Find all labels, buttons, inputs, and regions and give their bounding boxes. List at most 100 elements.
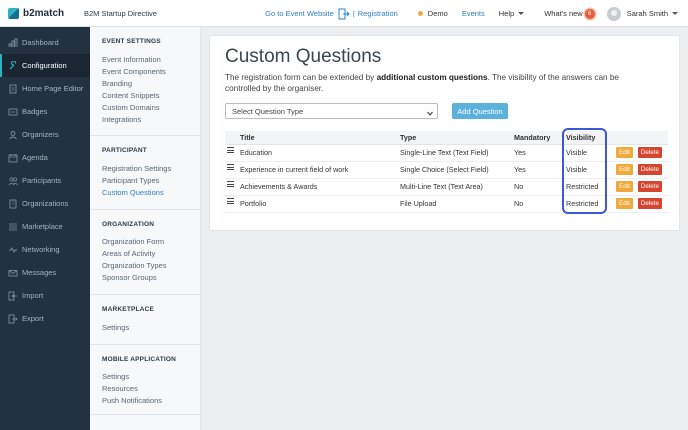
network-icon [8, 245, 18, 255]
nav-separator: | [352, 9, 355, 18]
drag-handle-icon[interactable] [227, 164, 234, 170]
submenu-heading-event-settings: EVENT SETTINGS [102, 38, 161, 45]
type-column-header[interactable]: Type [400, 131, 514, 145]
question-title: Achievements & Awards [240, 178, 400, 196]
users-icon [8, 130, 18, 140]
configuration-submenu: EVENT SETTINGS Event Information Event C… [90, 27, 201, 430]
question-type: Multi-Line Text (Text Area) [400, 178, 514, 196]
brand-name: b2match [23, 7, 65, 19]
top-nav: Go to Event Website | Registration Demo … [265, 0, 688, 27]
sidebar-item-label: Dashboard [22, 38, 59, 47]
submenu-item-branding[interactable]: Branding [102, 78, 166, 90]
user-menu[interactable]: Sarah Smith [606, 6, 678, 21]
submenu-item-integrations[interactable]: Integrations [102, 114, 166, 126]
submenu-item-event-components[interactable]: Event Components [102, 66, 166, 78]
submenu-item-marketplace-settings[interactable]: Settings [102, 322, 129, 334]
demo-indicator[interactable]: Demo [417, 9, 448, 18]
user-name: Sarah Smith [626, 9, 668, 18]
submenu-item-content-snippets[interactable]: Content Snippets [102, 90, 166, 102]
description-emphasis: additional custom questions [376, 73, 488, 82]
delete-button[interactable]: Delete [637, 164, 663, 175]
submenu-item-push-notifications[interactable]: Push Notifications [102, 395, 162, 407]
add-question-button[interactable]: Add Question [452, 103, 508, 119]
delete-button[interactable]: Delete [637, 147, 663, 158]
chevron-down-icon [672, 12, 678, 15]
events-link[interactable]: Events [462, 9, 485, 18]
help-label: Help [498, 9, 515, 18]
actions-column-header [616, 131, 668, 145]
drag-handle-icon[interactable] [227, 181, 234, 187]
divider [90, 209, 201, 210]
dashboard-icon [8, 38, 18, 48]
sidebar-item-label: Import [22, 291, 44, 300]
delete-button[interactable]: Delete [637, 181, 663, 192]
submenu-item-registration-settings[interactable]: Registration Settings [102, 163, 171, 175]
sidebar-item-dashboard[interactable]: Dashboard [0, 31, 90, 54]
submenu-heading-marketplace: MARKETPLACE [102, 306, 155, 313]
title-column-header[interactable]: Title [240, 131, 400, 145]
sidebar-item-networking[interactable]: Networking [0, 238, 90, 261]
sidebar-item-label: Marketplace [22, 222, 63, 231]
drag-handle-icon[interactable] [227, 198, 234, 204]
question-type: Single-Line Text (Text Field) [400, 144, 514, 162]
edit-button[interactable]: Edit [616, 198, 633, 209]
submenu-item-custom-domains[interactable]: Custom Domains [102, 102, 166, 114]
question-type: File Upload [400, 195, 514, 213]
drag-handle-icon[interactable] [227, 147, 234, 153]
submenu-item-resources[interactable]: Resources [102, 383, 162, 395]
whats-new-label: What's new [544, 9, 583, 18]
sidebar-item-participants[interactable]: Participants [0, 169, 90, 192]
divider [90, 294, 201, 295]
sidebar-item-marketplace[interactable]: Marketplace [0, 215, 90, 238]
submenu-item-sponsor-groups[interactable]: Sponsor Groups [102, 272, 166, 284]
sidebar-item-messages[interactable]: Messages [0, 261, 90, 284]
page-title: Custom Questions [225, 46, 382, 67]
submenu-heading-mobile-application: MOBILE APPLICATION [102, 356, 177, 363]
go-to-event-link[interactable]: Go to Event Website [265, 9, 334, 18]
mandatory-column-header[interactable]: Mandatory [514, 131, 566, 145]
sidebar-item-badges[interactable]: Badges [0, 100, 90, 123]
divider [90, 414, 201, 415]
submenu-item-areas-of-activity[interactable]: Areas of Activity [102, 248, 166, 260]
sidebar-item-label: Export [22, 314, 44, 323]
sidebar-item-export[interactable]: Export [0, 307, 90, 330]
notification-badge: 6 [584, 8, 595, 19]
edit-button[interactable]: Edit [616, 181, 633, 192]
question-type-select[interactable]: Select Question Type [225, 103, 438, 119]
delete-button[interactable]: Delete [637, 198, 663, 209]
submenu-item-participant-types[interactable]: Participant Types [102, 175, 171, 187]
b2match-logo-icon [8, 7, 19, 19]
sidebar-item-agenda[interactable]: Agenda [0, 146, 90, 169]
sidebar-item-label: Badges [22, 107, 48, 116]
visibility-column-highlight [562, 128, 607, 214]
building-icon [8, 199, 18, 209]
submenu-heading-participant: PARTICIPANT [102, 147, 147, 154]
sidebar-item-configuration[interactable]: Configuration [0, 54, 90, 77]
question-title: Portfolio [240, 195, 400, 213]
calendar-icon [8, 153, 18, 163]
submenu-item-organization-form[interactable]: Organization Form [102, 236, 166, 248]
whats-new-button[interactable]: What's new 6 [544, 8, 595, 19]
edit-button[interactable]: Edit [616, 147, 633, 158]
submenu-item-custom-questions[interactable]: Custom Questions [102, 187, 171, 199]
sidebar-item-home-page-editor[interactable]: Home Page Editor [0, 77, 90, 100]
registration-link[interactable]: Registration [358, 9, 398, 18]
submenu-item-mobile-settings[interactable]: Settings [102, 371, 162, 383]
avatar [606, 6, 621, 21]
edit-button[interactable]: Edit [616, 164, 633, 175]
submenu-heading-organization: ORGANIZATION [102, 221, 155, 228]
chevron-down-icon [427, 109, 433, 118]
sidebar-item-organizations[interactable]: Organizations [0, 192, 90, 215]
help-menu[interactable]: Help [498, 9, 525, 18]
submenu-item-event-information[interactable]: Event Information [102, 54, 166, 66]
question-title: Education [240, 144, 400, 162]
logo[interactable]: b2match [0, 7, 90, 19]
sidebar-item-label: Messages [22, 268, 57, 277]
event-name: B2M Startup Directive [84, 8, 157, 18]
sidebar-item-import[interactable]: Import [0, 284, 90, 307]
badge-icon [8, 107, 18, 117]
status-dot-icon [417, 11, 423, 16]
submenu-item-organization-types[interactable]: Organization Types [102, 260, 166, 272]
external-link-icon[interactable] [338, 8, 350, 20]
sidebar-item-organizers[interactable]: Organizers [0, 123, 90, 146]
